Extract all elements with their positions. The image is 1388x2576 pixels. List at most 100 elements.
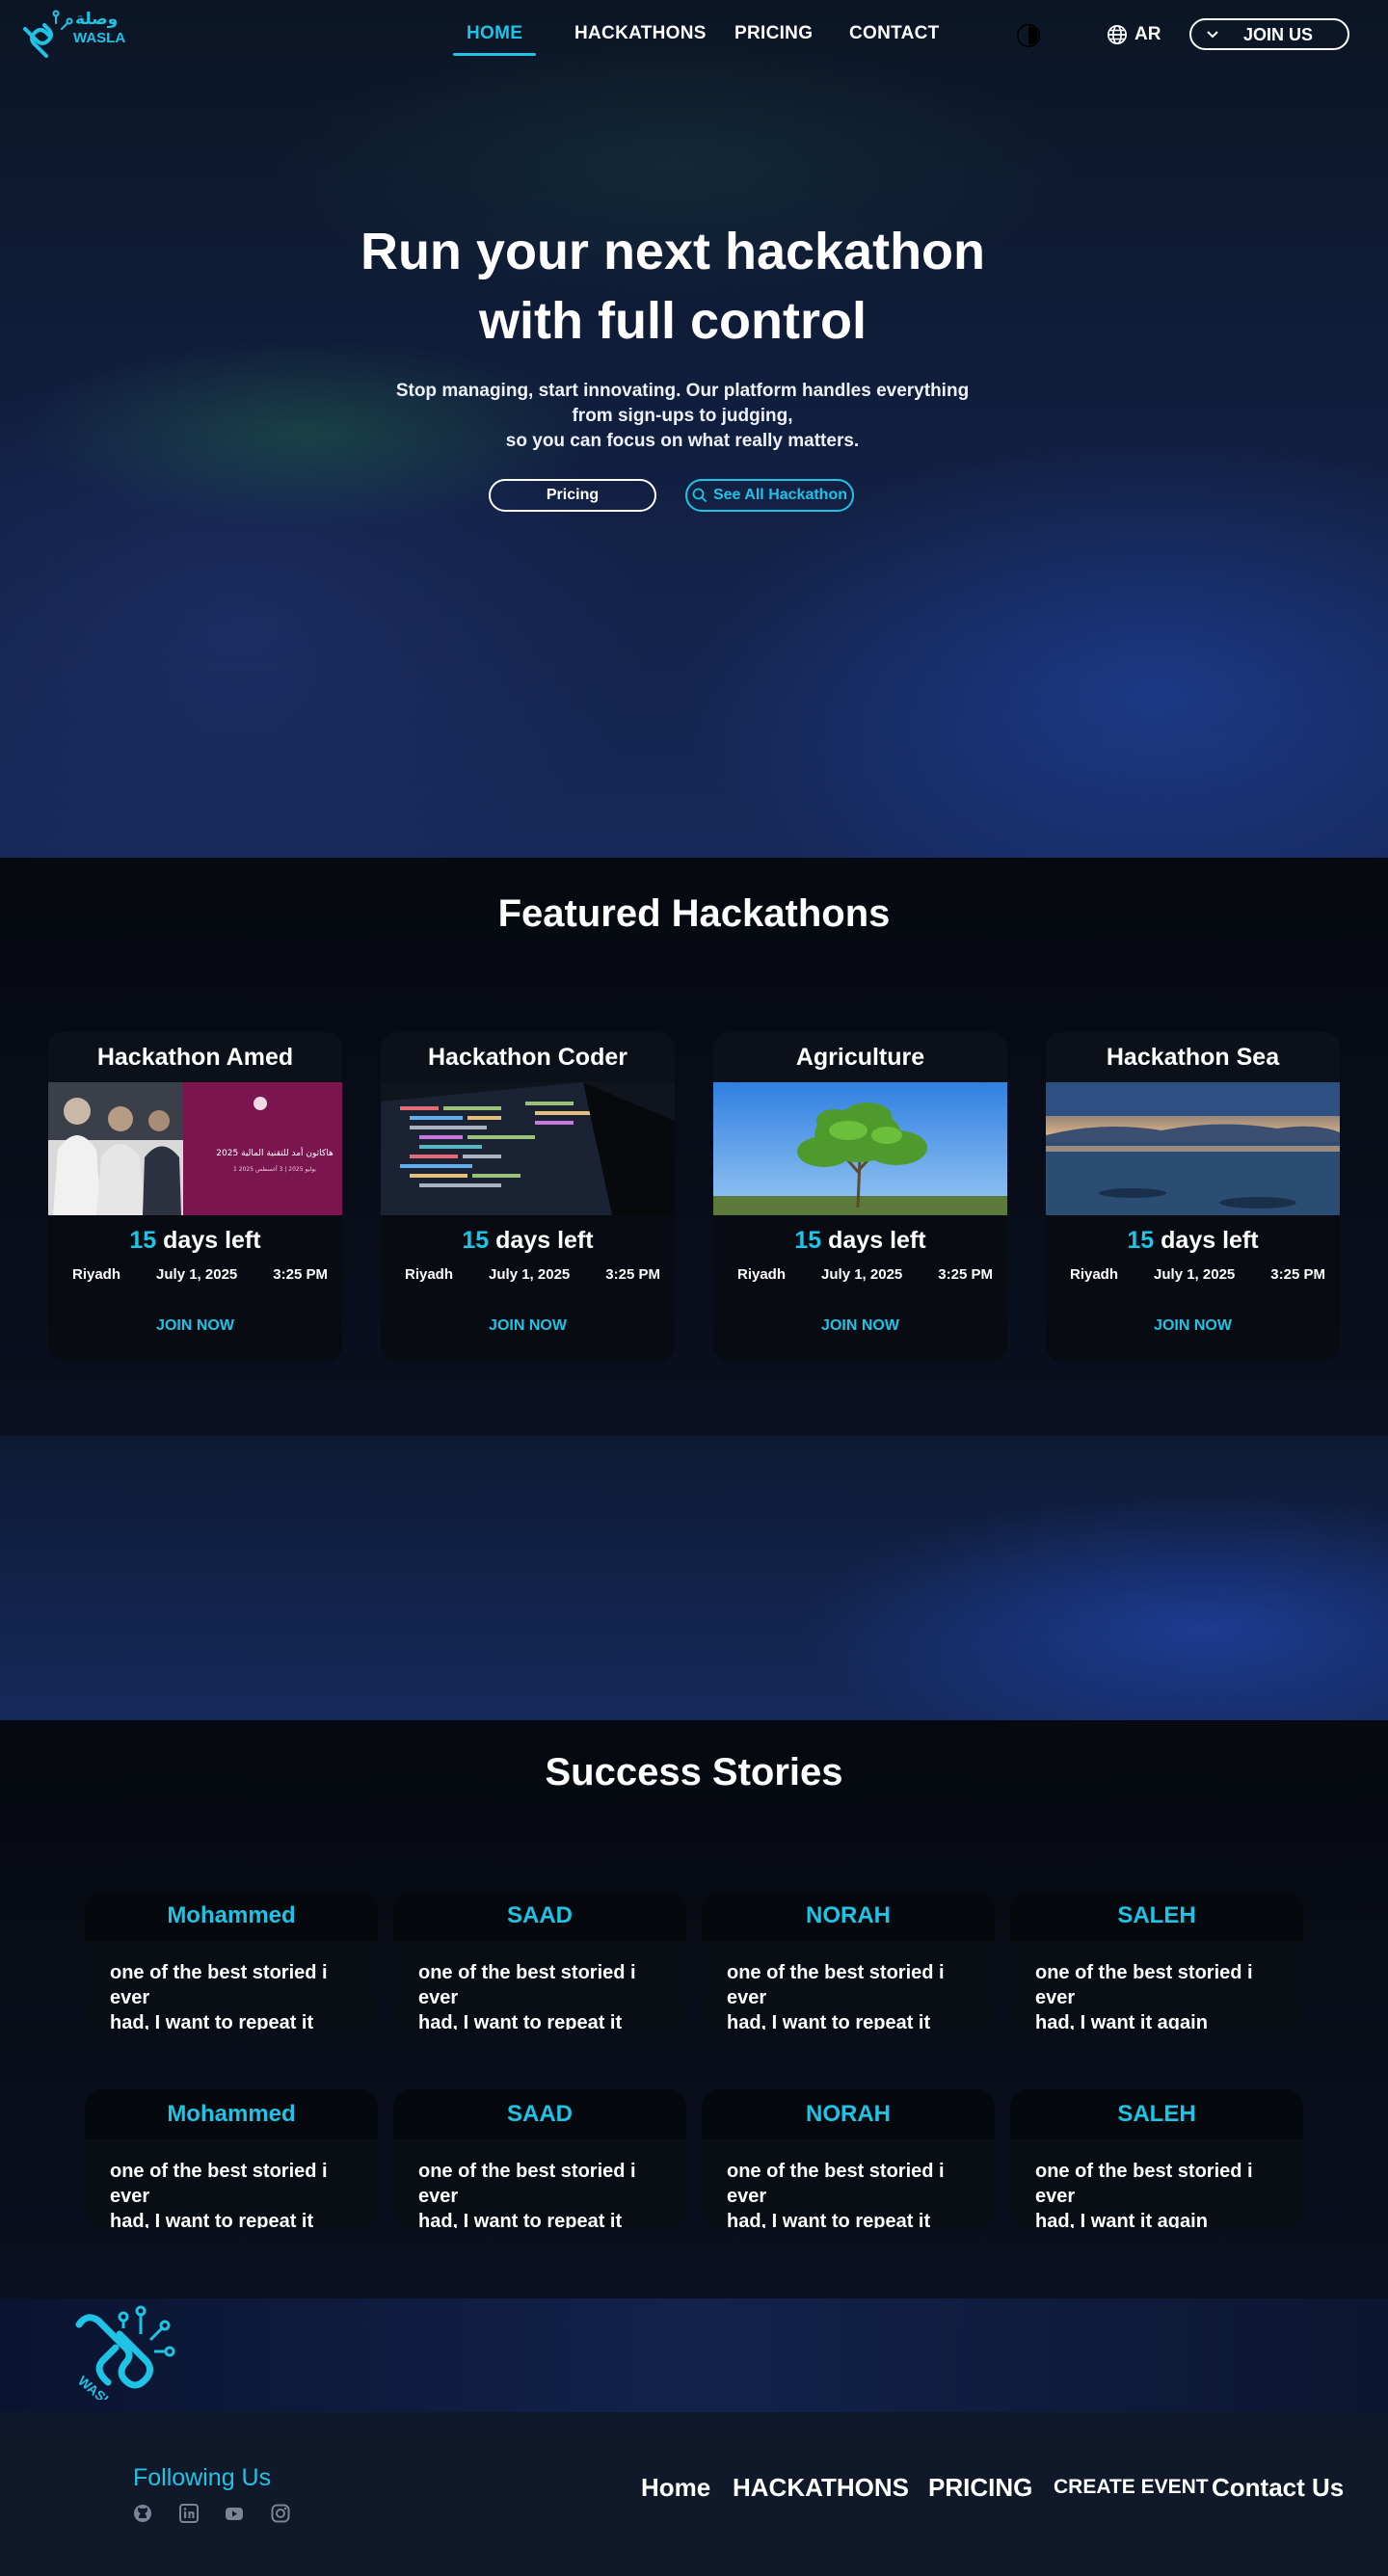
story-line-2: had, I want to repeat it again	[418, 2012, 623, 2030]
card-city: Riyadh	[72, 1266, 121, 1283]
footer-wasla-logo[interactable]: WASLA	[66, 2296, 175, 2400]
story-line-1: one of the best storied i ever	[727, 1962, 945, 2008]
stories-title: Success Stories	[545, 1751, 843, 1793]
story-text: one of the best storied i ever had, I wan…	[393, 2139, 686, 2228]
story-card: SALEH one of the best storied i ever had,…	[1010, 1891, 1303, 2030]
youtube-icon[interactable]	[225, 2504, 244, 2523]
card-date: July 1, 2025	[1154, 1266, 1236, 1283]
card-meta: Riyadh July 1, 2025 3:25 PM	[381, 1266, 675, 1283]
days-label: days left	[495, 1227, 594, 1254]
story-name: SALEH	[1010, 1891, 1303, 1941]
card-title: Hackathon Sea	[1046, 1032, 1340, 1082]
days-left: 15 days left	[381, 1227, 675, 1255]
hackathon-card[interactable]: Hackathon Sea 15 days left Riyadh July 1…	[1046, 1032, 1340, 1361]
hero-subtitle: Stop managing, start innovating. Our pla…	[0, 379, 1365, 454]
story-line-1: one of the best storied i ever	[110, 2161, 328, 2207]
chevron-down-icon	[1207, 30, 1218, 38]
featured-title: Featured Hackathons	[497, 892, 891, 935]
story-card: Mohammed one of the best storied i ever h…	[85, 2089, 378, 2228]
following-us-label: Following Us	[133, 2464, 272, 2491]
footer-link-hackathons[interactable]: HACKATHONS	[733, 2473, 909, 2503]
story-card: SAAD one of the best storied i ever had, …	[393, 2089, 686, 2228]
days-count: 15	[462, 1227, 490, 1254]
footer-link-create-event[interactable]: CREATE EVENT	[1054, 2476, 1209, 2499]
card-time: 3:25 PM	[605, 1266, 660, 1283]
top-navigation: وصلة WASLA HOME HACKATHONS PRICING CONTA…	[0, 0, 1388, 69]
story-name: SALEH	[1010, 2089, 1303, 2139]
days-count: 15	[129, 1227, 157, 1254]
days-label: days left	[1161, 1227, 1259, 1254]
story-line-1: one of the best storied i ever	[418, 1962, 636, 2008]
language-label: AR	[1134, 24, 1161, 44]
days-left: 15 days left	[48, 1227, 342, 1255]
story-line-2: had, I want to repeat it again	[110, 2012, 314, 2030]
nav-contact[interactable]: CONTACT	[849, 23, 940, 44]
nav-home[interactable]: HOME	[467, 23, 522, 44]
event-banner-image: هاكاثون أمد للتقنية المالية 2025 1 يوليو…	[48, 1082, 342, 1215]
days-label: days left	[163, 1227, 261, 1254]
logo-english-text: WASLA	[73, 30, 126, 46]
tree-image	[713, 1082, 1007, 1215]
see-all-hackathon-button[interactable]: See All Hackathon	[685, 479, 854, 512]
github-icon[interactable]	[133, 2504, 152, 2523]
story-name: SAAD	[393, 1891, 686, 1941]
join-now-link[interactable]: JOIN NOW	[381, 1317, 675, 1335]
search-icon	[692, 488, 707, 503]
story-line-1: one of the best storied i ever	[418, 2161, 636, 2207]
join-now-link[interactable]: JOIN NOW	[48, 1317, 342, 1335]
card-city: Riyadh	[1070, 1266, 1119, 1283]
join-now-link[interactable]: JOIN NOW	[1046, 1317, 1340, 1335]
story-text: one of the best storied i ever had, I wan…	[393, 1941, 686, 2030]
join-us-button[interactable]: JOIN US	[1189, 18, 1349, 50]
card-city: Riyadh	[405, 1266, 454, 1283]
card-title: Agriculture	[713, 1032, 1007, 1082]
card-date: July 1, 2025	[489, 1266, 571, 1283]
story-line-2: had, I want it again	[1035, 2012, 1208, 2030]
logo-arabic-text: وصلة	[75, 10, 119, 29]
days-count: 15	[1127, 1227, 1155, 1254]
hackathon-card[interactable]: Hackathon Amed هاكاثون أمد للتقنية المال…	[48, 1032, 342, 1361]
hero-title: Run your next hackathon with full contro…	[0, 217, 1346, 356]
card-time: 3:25 PM	[273, 1266, 328, 1283]
nav-hackathons[interactable]: HACKATHONS	[574, 23, 707, 44]
story-text: one of the best storied i ever had, I wan…	[85, 2139, 378, 2228]
card-meta: Riyadh July 1, 2025 3:25 PM	[1046, 1266, 1340, 1283]
nav-pricing[interactable]: PRICING	[734, 23, 813, 44]
card-title: Hackathon Coder	[381, 1032, 675, 1082]
card-title: Hackathon Amed	[48, 1032, 342, 1082]
story-line-1: one of the best storied i ever	[110, 1962, 328, 2008]
story-line-2: had, I want to repeat it again	[110, 2211, 314, 2228]
instagram-icon[interactable]	[271, 2504, 290, 2523]
story-text: one of the best storied i ever had, I wan…	[702, 2139, 995, 2228]
hackathon-card[interactable]: Hackathon Coder 15 days left Riyadh July…	[381, 1032, 675, 1361]
card-meta: Riyadh July 1, 2025 3:25 PM	[713, 1266, 1007, 1283]
story-name: SAAD	[393, 2089, 686, 2139]
story-name: NORAH	[702, 1891, 995, 1941]
banner-title: هاكاثون أمد للتقنية المالية 2025	[216, 1147, 334, 1158]
footer-link-contact[interactable]: Contact Us	[1212, 2473, 1344, 2503]
hackathon-card[interactable]: Agriculture 15 days left Riyadh July 1, …	[713, 1032, 1007, 1361]
linkedin-icon[interactable]	[179, 2504, 199, 2523]
story-line-2: had, I want to repeat it again	[418, 2211, 623, 2228]
story-line-2: had, I want it again	[1035, 2211, 1208, 2228]
see-all-label: See All Hackathon	[712, 487, 847, 503]
story-line-1: one of the best storied i ever	[727, 2161, 945, 2207]
footer-link-pricing[interactable]: PRICING	[928, 2473, 1032, 2503]
story-card: NORAH one of the best storied i ever had,…	[702, 2089, 995, 2228]
mid-background	[0, 1436, 1388, 1720]
card-time: 3:25 PM	[938, 1266, 993, 1283]
days-left: 15 days left	[1046, 1227, 1340, 1255]
story-card: SALEH one of the best storied i ever had,…	[1010, 2089, 1303, 2228]
language-switcher[interactable]: AR	[1107, 22, 1161, 47]
card-city: Riyadh	[737, 1266, 787, 1283]
globe-icon	[1108, 25, 1127, 44]
footer-link-home[interactable]: Home	[641, 2473, 710, 2503]
theme-toggle-icon[interactable]	[1017, 24, 1040, 47]
story-name: Mohammed	[85, 2089, 378, 2139]
banner-subtitle: 1 يوليو 2025 | 3 أغسطس 2025	[233, 1165, 316, 1173]
pricing-button-label: Pricing	[546, 487, 600, 503]
pricing-button[interactable]: Pricing	[489, 479, 656, 512]
hero-title-line-1: Run your next hackathon	[360, 223, 986, 280]
join-now-link[interactable]: JOIN NOW	[713, 1317, 1007, 1335]
hero-subtitle-line-1: Stop managing, start innovating. Our pla…	[395, 381, 970, 401]
